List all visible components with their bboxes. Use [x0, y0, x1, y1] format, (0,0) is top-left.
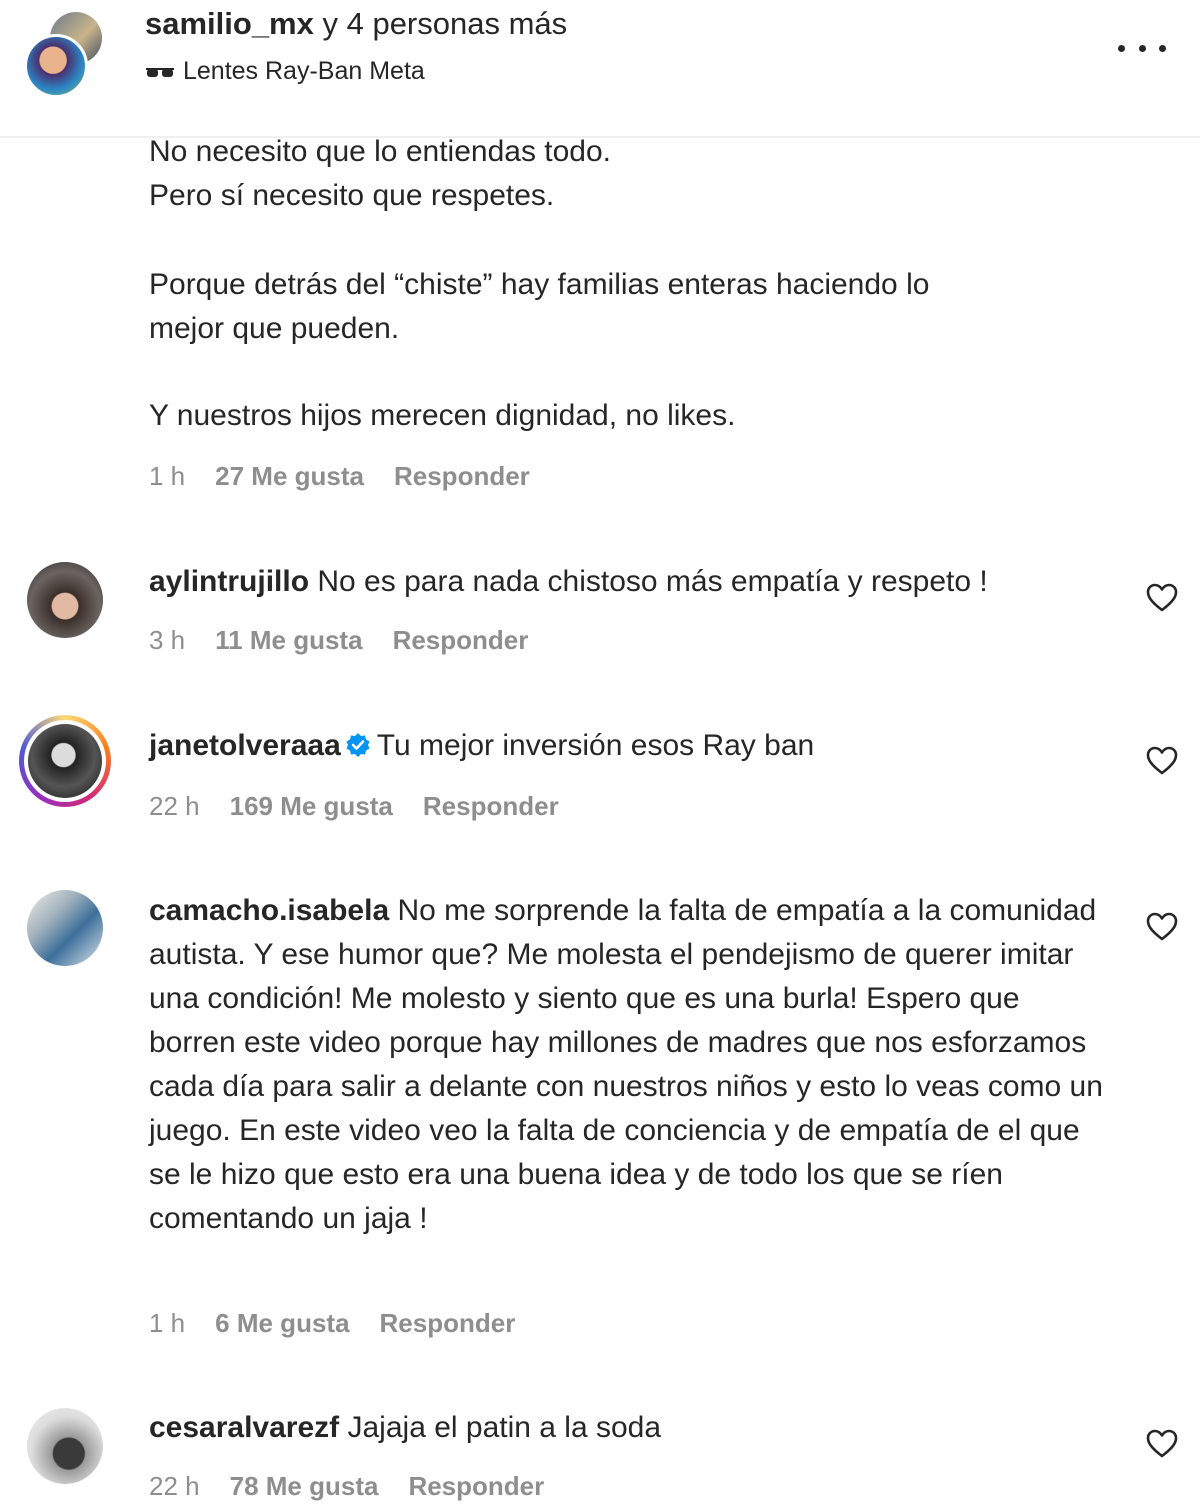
post-subtitle[interactable]: Lentes Ray-Ban Meta [145, 57, 425, 86]
heart-icon[interactable] [1146, 746, 1178, 776]
more-options-icon[interactable] [1118, 36, 1166, 60]
avatar-front [24, 34, 88, 98]
comment-body: No me sorprende la falta de empatía a la… [149, 894, 1103, 1235]
verified-badge-icon [346, 733, 370, 757]
comment-line: Pero sí necesito que respetes. [149, 179, 555, 212]
comment-body: Tu mejor inversión esos Ray ban [376, 729, 815, 762]
comment-time: 1 h [149, 461, 186, 491]
story-ring-avatar[interactable] [19, 715, 111, 807]
author-others: y 4 personas más [313, 6, 568, 41]
heart-icon[interactable] [1146, 912, 1178, 942]
device-label: Lentes Ray-Ban Meta [183, 57, 425, 85]
comment-line: No necesito que lo entiendas todo. [149, 135, 611, 168]
avatar [28, 724, 102, 798]
comment-likes[interactable]: 78 Me gusta [230, 1471, 379, 1502]
comment-username[interactable]: cesaralvarezf [149, 1411, 339, 1444]
comment-likes[interactable]: 169 Me gusta [230, 791, 393, 822]
avatar[interactable] [27, 890, 103, 966]
comment-likes[interactable]: 27 Me gusta [215, 461, 364, 492]
comment-body: Jajaja el patin a la soda [347, 1411, 662, 1444]
comment-body: No es para nada chistoso más empatía y r… [317, 565, 988, 598]
reply-button[interactable]: Responder [393, 625, 529, 656]
comment-meta: 1 h 6 Me gusta Responder [149, 1308, 515, 1339]
reply-button[interactable]: Responder [408, 1471, 544, 1502]
avatar[interactable] [27, 1408, 103, 1484]
comment-text: camacho.isabela No me sorprende la falta… [149, 889, 1109, 1241]
comment-time: 3 h [149, 625, 186, 655]
heart-icon[interactable] [1146, 1429, 1178, 1459]
reply-button[interactable]: Responder [380, 1308, 516, 1339]
post-authors[interactable]: samilio_mx y 4 personas más [145, 6, 567, 42]
ring-gap [24, 720, 106, 802]
comment-likes[interactable]: 6 Me gusta [215, 1308, 349, 1339]
comment-meta: 22 h 169 Me gusta Responder [149, 791, 559, 822]
comment-line: Porque detrás del “chiste” hay familias … [149, 268, 930, 301]
comment-meta: 3 h 11 Me gusta Responder [149, 625, 528, 656]
comment-time: 22 h [149, 791, 200, 821]
comments-header: samilio_mx y 4 personas más Lentes Ray-B… [0, 0, 1200, 138]
comment-username[interactable]: camacho.isabela [149, 894, 389, 927]
comment-username[interactable]: janetolveraaa [149, 729, 341, 762]
author-username[interactable]: samilio_mx [145, 6, 314, 41]
group-avatar[interactable] [24, 12, 106, 98]
comment-line: mejor que pueden. [149, 312, 400, 345]
comment-likes[interactable]: 11 Me gusta [215, 625, 362, 656]
reply-button[interactable]: Responder [394, 461, 530, 492]
comment-text: aylintrujillo No es para nada chistoso m… [149, 560, 1109, 604]
comment-text: cesaralvarezf Jajaja el patin a la soda [149, 1406, 1109, 1450]
reply-button[interactable]: Responder [423, 791, 559, 822]
comment-meta: 22 h 78 Me gusta Responder [149, 1471, 544, 1502]
comment-meta: 1 h 27 Me gusta Responder [149, 461, 530, 492]
heart-icon[interactable] [1146, 583, 1178, 613]
glasses-icon [146, 67, 174, 77]
comment-time: 22 h [149, 1471, 200, 1501]
comment-username[interactable]: aylintrujillo [149, 565, 309, 598]
comment-line: Y nuestros hijos merecen dignidad, no li… [149, 399, 736, 432]
comment-text: janetolveraaa Tu mejor inversión esos Ray… [149, 724, 1109, 768]
comment-time: 1 h [149, 1308, 186, 1338]
avatar[interactable] [27, 562, 103, 638]
